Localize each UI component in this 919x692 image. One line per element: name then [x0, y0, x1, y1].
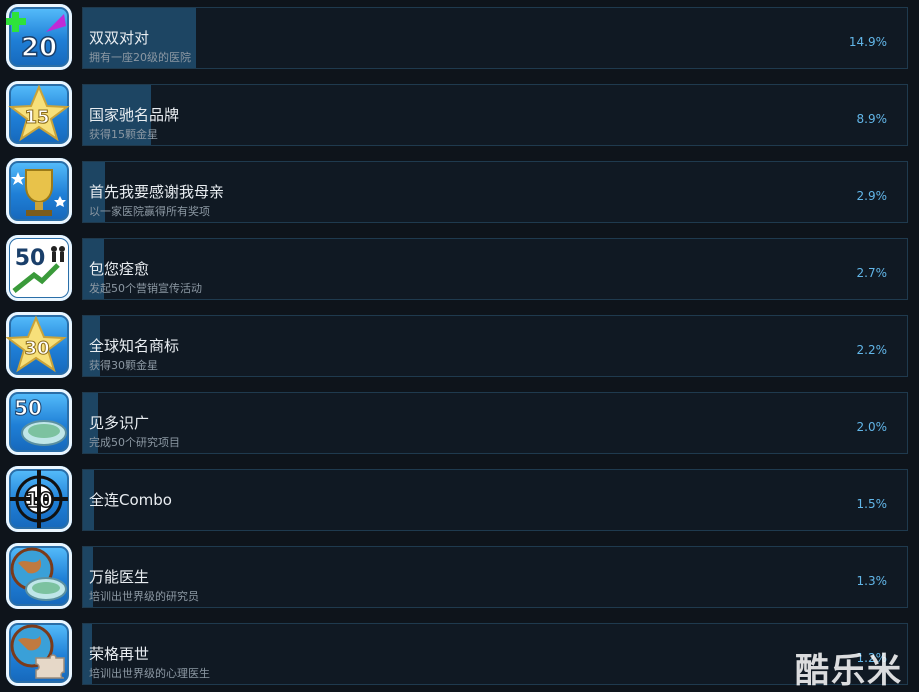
achievement-progress-bar: 包您痊愈发起50个营销宣传活动 2.7%: [82, 238, 908, 300]
achievement-description: 获得15颗金星: [89, 128, 158, 141]
achievement-percent: 2.9%: [856, 189, 888, 203]
star-30-icon: 30: [6, 312, 72, 378]
petri-dish-50-icon: 50: [6, 389, 72, 455]
achievement-progress-bar: 荣格再世 培训出世界级的心理医生 1.2%: [82, 623, 908, 685]
achievement-title: 荣格再世: [89, 645, 150, 663]
achievement-progress-bar: 全连Combo 1.5%: [82, 469, 908, 531]
achievement-row[interactable]: 30 全球知名商标获得30颗金星 2.2%: [0, 311, 919, 378]
trophy-icon: [6, 158, 72, 224]
achievement-description: 培训出世界级的研究员: [89, 590, 199, 603]
achievement-row[interactable]: 首先我要感谢我母亲以一家医院赢得所有奖项 2.9%: [0, 157, 919, 224]
achievement-row[interactable]: 20 双双对对拥有一座20级的医院 14.9%: [0, 3, 919, 70]
achievement-percent: 1.3%: [856, 574, 888, 588]
globe-petri-dish-icon: [6, 543, 72, 609]
achievement-percent: 1.5%: [856, 497, 888, 511]
achievement-progress-bar: 万能医生培训出世界级的研究员 1.3%: [82, 546, 908, 608]
achievement-title: 包您痊愈: [89, 260, 150, 278]
plus-20-arrow-icon: 20: [6, 4, 72, 70]
campaign-50-icon: 50: [6, 235, 72, 301]
achievement-percent: 2.2%: [856, 343, 888, 357]
achievement-description: 拥有一座20级的医院: [89, 51, 191, 64]
achievement-title: 见多识广: [89, 414, 150, 432]
achievement-description: 培训出世界级的心理医生: [89, 667, 210, 680]
achievement-progress-bar: 见多识广完成50个研究项目 2.0%: [82, 392, 908, 454]
achievement-title: 全球知名商标: [89, 337, 180, 355]
achievement-description: 获得30颗金星: [89, 359, 158, 372]
achievement-progress-bar: 双双对对拥有一座20级的医院 14.9%: [82, 7, 908, 69]
achievement-percent: 2.7%: [856, 266, 888, 280]
achievement-title: 国家驰名品牌: [89, 106, 180, 124]
svg-text:50: 50: [14, 396, 42, 420]
svg-text:20: 20: [21, 33, 57, 63]
achievement-progress-bar: 国家驰名品牌获得15颗金星 8.9%: [82, 84, 908, 146]
achievement-row[interactable]: 万能医生培训出世界级的研究员 1.3%: [0, 542, 919, 609]
svg-text:10: 10: [25, 488, 53, 512]
achievement-progress-bar: 首先我要感谢我母亲以一家医院赢得所有奖项 2.9%: [82, 161, 908, 223]
achievement-description: 发起50个营销宣传活动: [89, 282, 202, 295]
svg-text:15: 15: [24, 107, 49, 128]
achievement-title: 全连Combo: [89, 491, 172, 509]
achievement-description: 以一家医院赢得所有奖项: [89, 205, 210, 218]
globe-puzzle-icon: [6, 620, 72, 686]
svg-text:30: 30: [24, 338, 49, 359]
achievement-row[interactable]: 荣格再世 培训出世界级的心理医生 1.2%: [0, 619, 919, 686]
achievement-description: 完成50个研究项目: [89, 436, 180, 449]
achievement-percent: 8.9%: [856, 112, 888, 126]
achievement-row[interactable]: 50 包您痊愈发起50个营销宣传活动 2.7%: [0, 234, 919, 301]
achievement-title: 万能医生: [89, 568, 150, 586]
achievement-row[interactable]: 15 国家驰名品牌获得15颗金星 8.9%: [0, 80, 919, 147]
star-15-icon: 15: [6, 81, 72, 147]
achievement-title: 首先我要感谢我母亲: [89, 183, 225, 201]
crosshair-10-icon: 10: [6, 466, 72, 532]
achievement-progress-bar: 全球知名商标获得30颗金星 2.2%: [82, 315, 908, 377]
svg-text:50: 50: [15, 246, 46, 271]
achievement-title: 双双对对: [89, 29, 150, 47]
achievement-row[interactable]: 50 见多识广完成50个研究项目 2.0%: [0, 388, 919, 455]
watermark: 酷乐米: [795, 651, 903, 691]
achievement-percent: 2.0%: [856, 420, 888, 434]
achievement-row[interactable]: 10 全连Combo 1.5%: [0, 465, 919, 532]
achievement-percent: 14.9%: [848, 35, 887, 49]
